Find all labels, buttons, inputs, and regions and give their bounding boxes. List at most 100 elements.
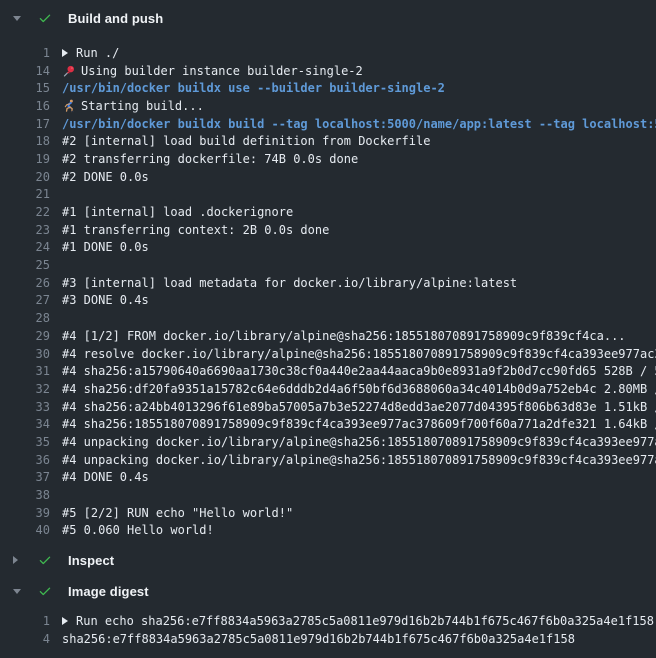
line-text: #2 transferring dockerfile: 74B 0.0s don… (62, 152, 358, 166)
line-number[interactable]: 38 (0, 488, 50, 502)
log-line[interactable]: 30 #4 resolve docker.io/library/alpine@sh… (0, 345, 656, 363)
check-success-icon (37, 583, 53, 599)
line-text: #1 [internal] load .dockerignore (62, 205, 293, 219)
line-number[interactable]: 1 (0, 614, 50, 628)
line-number[interactable]: 37 (0, 470, 50, 484)
line-content: #2 transferring dockerfile: 74B 0.0s don… (62, 152, 656, 166)
line-content: #5 [2/2] RUN echo "Hello world!" (62, 506, 656, 520)
line-number[interactable]: 35 (0, 435, 50, 449)
line-text: #5 [2/2] RUN echo "Hello world!" (62, 506, 293, 520)
log-line[interactable]: 19 #2 transferring dockerfile: 74B 0.0s d… (0, 150, 656, 168)
log-line[interactable]: 1 Run ./ (0, 44, 656, 62)
line-text: #1 DONE 0.0s (62, 240, 149, 254)
line-number[interactable]: 30 (0, 347, 50, 361)
line-number[interactable]: 29 (0, 329, 50, 343)
line-number[interactable]: 17 (0, 117, 50, 131)
chevron-right-icon[interactable] (13, 556, 23, 564)
line-text: #1 transferring context: 2B 0.0s done (62, 223, 329, 237)
line-number[interactable]: 27 (0, 293, 50, 307)
log-line[interactable]: 1 Run echo sha256:e7ff8834a5963a2785c5a08… (0, 612, 656, 630)
line-text: Run ./ (76, 46, 119, 60)
line-number[interactable]: 22 (0, 205, 50, 219)
line-text: Run echo sha256:e7ff8834a5963a2785c5a081… (76, 614, 654, 628)
log-line[interactable]: 29 #4 [1/2] FROM docker.io/library/alpine… (0, 327, 656, 345)
line-number[interactable]: 18 (0, 134, 50, 148)
log-line[interactable]: 17/usr/bin/docker buildx build --tag loc… (0, 115, 656, 133)
log-line[interactable]: 24 #1 DONE 0.0s (0, 239, 656, 257)
line-text: #4 DONE 0.4s (62, 470, 149, 484)
workflow-log-viewer: Build and push 1Run ./14Using builder in… (0, 0, 656, 658)
chevron-down-icon[interactable] (13, 589, 23, 594)
line-number[interactable]: 25 (0, 258, 50, 272)
line-number[interactable]: 15 (0, 81, 50, 95)
log-line[interactable]: 15/usr/bin/docker buildx use --builder b… (0, 79, 656, 97)
log-line[interactable]: 35 #4 unpacking docker.io/library/alpine@… (0, 433, 656, 451)
line-number[interactable]: 19 (0, 152, 50, 166)
line-content: #3 [internal] load metadata for docker.i… (62, 276, 656, 290)
log-line[interactable]: 20#2 DONE 0.0s (0, 168, 656, 186)
line-number[interactable]: 20 (0, 170, 50, 184)
log-line[interactable]: 4 sha256:e7ff8834a5963a2785c5a0811e979d16… (0, 630, 656, 648)
log-line[interactable]: 39 #5 [2/2] RUN echo "Hello world!" (0, 504, 656, 522)
log-group-build-and-push: Build and push 1 Run ./ 14 Using builder in… (0, 5, 656, 539)
log-line[interactable]: 31#4 sha256:a15790640a6690aa1730c38cf0a4… (0, 362, 656, 380)
log-line[interactable]: 22 #1 [internal] load .dockerignore (0, 203, 656, 221)
log-line[interactable]: 40 #5 0.060 Hello world! (0, 522, 656, 540)
group-title: Build and push (68, 11, 163, 26)
line-number[interactable]: 33 (0, 400, 50, 414)
log-line[interactable]: 25 (0, 256, 656, 274)
line-number[interactable]: 14 (0, 64, 50, 78)
line-number[interactable]: 21 (0, 187, 50, 201)
line-number[interactable]: 40 (0, 523, 50, 537)
log-line[interactable]: 38 (0, 486, 656, 504)
line-number[interactable]: 26 (0, 276, 50, 290)
line-content: #4 unpacking docker.io/library/alpine@sh… (62, 435, 656, 449)
check-success-icon (37, 10, 53, 26)
log-line[interactable]: 33#4 sha256:a24bb4013296f61e89ba57005a7b… (0, 398, 656, 416)
line-content: Starting build... (62, 99, 656, 113)
line-content: #4 [1/2] FROM docker.io/library/alpine@s… (62, 329, 656, 343)
log-line[interactable]: 26 #3 [internal] load metadata for docker… (0, 274, 656, 292)
line-number[interactable]: 1 (0, 46, 50, 60)
log-line[interactable]: 34#4 sha256:185518070891758909c9f839cf4c… (0, 415, 656, 433)
line-number[interactable]: 4 (0, 632, 50, 646)
line-text: #3 DONE 0.4s (62, 293, 149, 307)
log-line[interactable]: 27 #3 DONE 0.4s (0, 292, 656, 310)
group-header-image-digest[interactable]: Image digest (0, 578, 656, 604)
line-content: #4 resolve docker.io/library/alpine@sha2… (62, 347, 656, 361)
line-content: sha256:e7ff8834a5963a2785c5a0811e979d16b… (62, 632, 656, 646)
line-number[interactable]: 36 (0, 453, 50, 467)
line-number[interactable]: 31 (0, 364, 50, 378)
log-line[interactable]: 23 #1 transferring context: 2B 0.0s done (0, 221, 656, 239)
run-triangle-icon[interactable] (62, 49, 68, 57)
line-text: Starting build... (81, 99, 204, 113)
line-content: /usr/bin/docker buildx use --builder bui… (62, 81, 656, 95)
line-number[interactable]: 16 (0, 99, 50, 113)
log-line[interactable]: 28 (0, 309, 656, 327)
line-text: #3 [internal] load metadata for docker.i… (62, 276, 517, 290)
group-header-inspect[interactable]: Inspect (0, 547, 656, 573)
line-number[interactable]: 34 (0, 417, 50, 431)
group-header-build-and-push[interactable]: Build and push (0, 5, 656, 31)
log-line[interactable]: 36 #4 unpacking docker.io/library/alpine@… (0, 451, 656, 469)
log-line[interactable]: 21 (0, 186, 656, 204)
line-number[interactable]: 32 (0, 382, 50, 396)
log-line[interactable]: 37 #4 DONE 0.4s (0, 469, 656, 487)
log-lines: 1 Run ./ 14 Using builder instance builder-… (0, 44, 656, 539)
line-content: Run ./ (62, 46, 656, 60)
line-number[interactable]: 39 (0, 506, 50, 520)
log-line[interactable]: 18#2 [internal] load build definition fr… (0, 132, 656, 150)
line-number[interactable]: 23 (0, 223, 50, 237)
chevron-down-icon[interactable] (13, 16, 23, 21)
log-line[interactable]: 32#4 sha256:df20fa9351a15782c64e6dddb2d4… (0, 380, 656, 398)
line-number[interactable]: 28 (0, 311, 50, 325)
log-lines: 1 Run echo sha256:e7ff8834a5963a2785c5a08… (0, 612, 656, 647)
line-content: Using builder instance builder-single-2 (62, 64, 656, 78)
run-triangle-icon[interactable] (62, 617, 68, 625)
log-line[interactable]: 14 Using builder instance builder-single-… (0, 62, 656, 80)
line-content: #4 unpacking docker.io/library/alpine@sh… (62, 453, 656, 467)
line-number[interactable]: 24 (0, 240, 50, 254)
line-text: #4 unpacking docker.io/library/alpine@sh… (62, 453, 656, 467)
line-text: #5 0.060 Hello world! (62, 523, 214, 537)
log-line[interactable]: 16 Starting build... (0, 97, 656, 115)
